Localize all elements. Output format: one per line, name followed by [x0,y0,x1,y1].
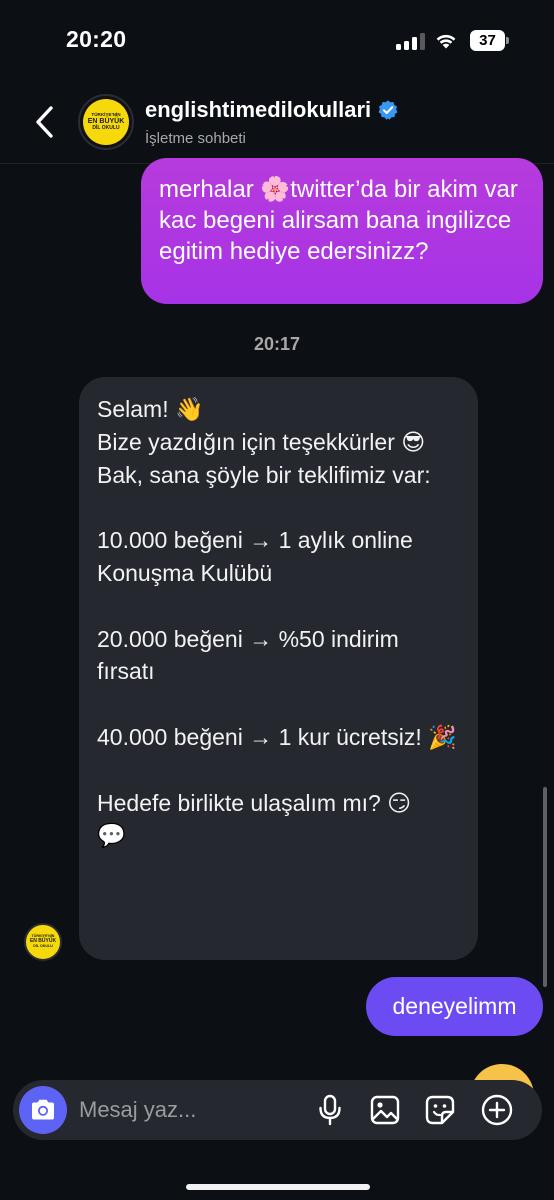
wifi-icon [436,34,456,49]
microphone-icon [319,1094,341,1126]
scrollbar[interactable] [543,787,547,987]
avatar-text-line: DİL OKULU [33,943,53,948]
sticker-button[interactable] [423,1093,457,1127]
chevron-left-icon[interactable] [30,104,60,140]
status-time: 20:20 [66,26,127,52]
more-button[interactable] [480,1093,514,1127]
message-text: deneyelimm [392,993,517,1019]
verified-badge-icon [378,100,398,120]
business-name: englishtimedilokullari [145,97,372,122]
home-indicator [186,1184,370,1190]
microphone-button[interactable] [313,1093,347,1127]
outgoing-message[interactable]: merhalar 🌸twitter’da bir akim var kac be… [141,158,543,304]
sender-avatar[interactable]: TÜRKİYE'NİN EN BÜYÜK DİL OKULU [24,923,62,961]
plus-circle-icon [481,1094,513,1126]
sticker-icon [425,1095,455,1125]
message-composer [13,1080,542,1140]
avatar-text-line: DİL OKULU [92,124,120,131]
image-icon [370,1095,400,1125]
cellular-signal-icon [396,32,426,50]
incoming-message[interactable]: Selam! 👋 Bize yazdığın için teşekkürler … [79,377,478,960]
chat-screen: 20:20 37 TÜRKİYE'NİN EN BÜYÜK DİL OKULU … [0,0,554,1200]
chat-subtitle: İşletme sohbeti [145,130,246,147]
battery-level: 37 [479,32,496,49]
outgoing-message[interactable]: deneyelimm [366,977,543,1036]
gallery-button[interactable] [368,1093,402,1127]
message-text: Selam! 👋 Bize yazdığın için teşekkürler … [97,396,457,849]
battery-indicator: 37 [470,30,510,51]
business-avatar[interactable]: TÜRKİYE'NİN EN BÜYÜK DİL OKULU [78,94,134,150]
business-name-row[interactable]: englishtimedilokullari [145,97,399,123]
camera-icon [32,1099,54,1120]
message-text: merhalar 🌸twitter’da bir akim var kac be… [159,176,525,265]
message-timestamp: 20:17 [253,334,301,354]
message-input[interactable] [79,1080,299,1140]
camera-button[interactable] [19,1086,67,1134]
